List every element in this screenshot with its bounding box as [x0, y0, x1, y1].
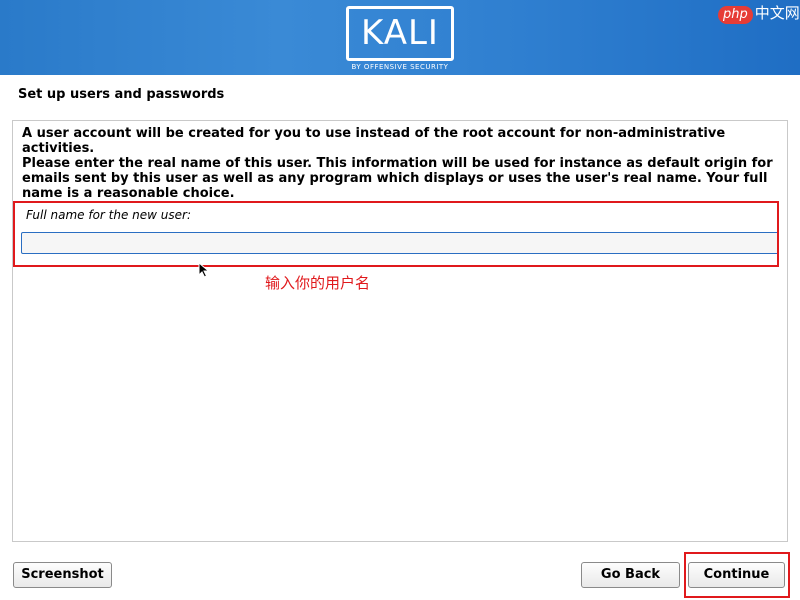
annotation-enter-username: 输入你的用户名: [265, 274, 371, 292]
go-back-button[interactable]: Go Back: [581, 562, 680, 588]
full-name-input[interactable]: [21, 232, 779, 254]
kali-banner: KALI BY OFFENSIVE SECURITY php 中文网: [0, 0, 800, 75]
screenshot-button[interactable]: Screenshot: [13, 562, 112, 588]
kali-logo-subtext: BY OFFENSIVE SECURITY: [351, 63, 449, 71]
mouse-pointer-icon: [198, 262, 210, 278]
php-watermark: php 中文网: [718, 2, 800, 24]
content-panel: A user account will be created for you t…: [12, 120, 788, 542]
kali-logo: KALI: [346, 6, 454, 61]
full-name-label: Full name for the new user:: [26, 208, 192, 222]
continue-button[interactable]: Continue: [688, 562, 785, 588]
php-watermark-badge: php: [718, 6, 753, 24]
php-watermark-text: 中文网: [754, 4, 800, 22]
instruction-paragraph: Please enter the real name of this user.…: [22, 156, 773, 201]
page-title: Set up users and passwords: [18, 87, 225, 102]
kali-logo-text: KALI: [361, 13, 439, 53]
intro-paragraph: A user account will be created for you t…: [22, 126, 726, 156]
